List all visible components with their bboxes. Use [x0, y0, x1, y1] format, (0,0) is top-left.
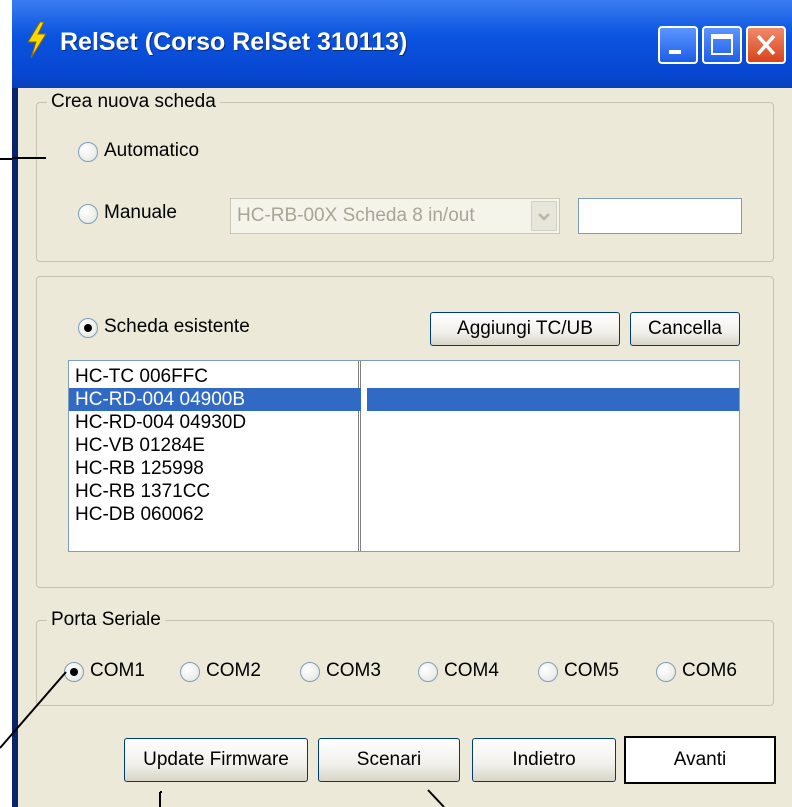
maximize-button[interactable] [702, 26, 742, 64]
automatico-label[interactable]: Automatico [104, 140, 199, 162]
com2-radio[interactable] [180, 662, 200, 682]
indietro-button[interactable]: Indietro [472, 738, 616, 782]
com1-radio[interactable] [64, 662, 84, 682]
com6-label[interactable]: COM6 [682, 660, 737, 682]
scenari-button[interactable]: Scenari [318, 738, 460, 782]
scheda-type-combo[interactable]: HC-RB-00X Scheda 8 in/out [230, 198, 560, 234]
list-item[interactable]: HC-TC 006FFC [69, 365, 361, 388]
list-item[interactable]: HC-RB 125998 [69, 457, 361, 480]
com4-label[interactable]: COM4 [444, 660, 499, 682]
list-item[interactable]: HC-VB 01284E [69, 434, 361, 457]
group-nuova-scheda-legend: Crea nuova scheda [47, 91, 220, 113]
close-button[interactable] [746, 26, 786, 64]
title-bar[interactable]: RelSet (Corso RelSet 310113) [12, 0, 792, 88]
com3-label[interactable]: COM3 [326, 660, 381, 682]
list-item[interactable]: HC-RB 1371CC [69, 480, 361, 503]
scheda-type-combo-value: HC-RB-00X Scheda 8 in/out [237, 205, 475, 226]
com5-label[interactable]: COM5 [564, 660, 619, 682]
group-nuova-scheda: Crea nuova scheda [36, 91, 774, 262]
com3-radio[interactable] [300, 662, 320, 682]
minimize-button[interactable] [658, 26, 698, 64]
avanti-button[interactable]: Avanti [624, 736, 776, 784]
list-item[interactable]: HC-DB 060062 [69, 503, 361, 526]
chevron-down-icon[interactable] [531, 201, 557, 231]
window-title: RelSet (Corso RelSet 310113) [60, 28, 408, 56]
lightning-icon [27, 21, 47, 59]
automatico-radio[interactable] [78, 142, 98, 162]
selected-row-highlight [367, 388, 739, 411]
relset-window: RelSet (Corso RelSet 310113) Crea nuova … [12, 0, 792, 807]
schede-listbox[interactable]: HC-TC 006FFC HC-RD-004 04900B HC-RD-004 … [68, 360, 740, 552]
list-item-selected[interactable]: HC-RD-004 04900B [69, 388, 361, 411]
com1-label[interactable]: COM1 [90, 660, 145, 682]
manuale-label[interactable]: Manuale [104, 202, 177, 224]
minimize-icon [669, 50, 681, 54]
callout-line-top [0, 158, 12, 160]
scheda-esistente-label[interactable]: Scheda esistente [104, 316, 250, 338]
dialog-client: Crea nuova scheda Automatico Manuale HC-… [18, 88, 792, 807]
scheda-address-field[interactable] [578, 198, 742, 234]
manuale-radio[interactable] [78, 204, 98, 224]
close-icon [756, 34, 776, 56]
com6-radio[interactable] [656, 662, 676, 682]
maximize-icon [711, 34, 733, 55]
com5-radio[interactable] [538, 662, 558, 682]
update-firmware-button[interactable]: Update Firmware [124, 738, 308, 782]
group-porta-seriale-legend: Porta Seriale [47, 609, 165, 631]
com2-label[interactable]: COM2 [206, 660, 261, 682]
com4-radio[interactable] [418, 662, 438, 682]
scheda-esistente-radio[interactable] [78, 318, 98, 338]
list-item[interactable]: HC-RD-004 04930D [69, 411, 361, 434]
cancella-button[interactable]: Cancella [630, 312, 740, 346]
aggiungi-tc-ub-button[interactable]: Aggiungi TC/UB [430, 312, 620, 346]
